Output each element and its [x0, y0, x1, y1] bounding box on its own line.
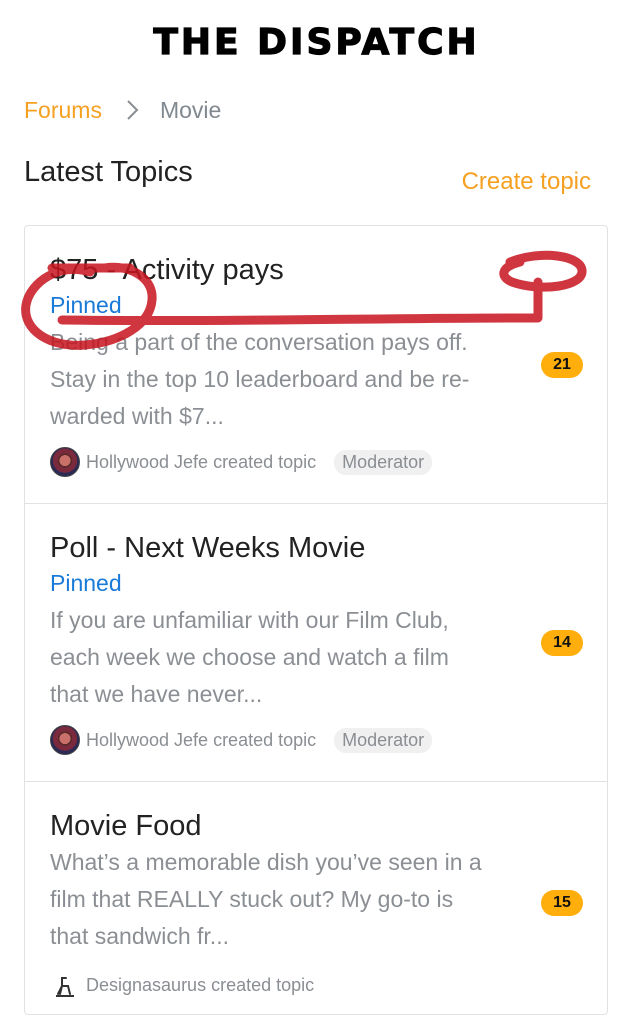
user-avatar[interactable]: [50, 725, 80, 755]
breadcrumb: Forums Movie: [24, 96, 221, 124]
reply-count-badge: 14: [541, 630, 583, 656]
reply-count-badge: 21: [541, 352, 583, 378]
topic-title[interactable]: Movie Food: [50, 810, 202, 843]
excerpt-line: that sandwich fr...: [50, 923, 229, 949]
topic-list: $75 - Activity pays Pinned Being a part …: [24, 225, 608, 1015]
topic-card[interactable]: Poll - Next Weeks Movie Pinned If you ar…: [25, 504, 607, 782]
topic-meta: Designasaurus created topic: [50, 970, 314, 1000]
topic-meta: Hollywood Jefe created topic Moderator: [50, 447, 433, 477]
pinned-label: Pinned: [50, 292, 122, 318]
page-title: Latest Topics: [24, 156, 193, 188]
excerpt-line: film that REALLY stuck out? My go-to is: [50, 886, 454, 912]
user-avatar[interactable]: [50, 447, 80, 477]
brand-logo: THE DISPATCH: [153, 21, 480, 63]
topic-title[interactable]: Poll - Next Weeks Movie: [50, 532, 365, 565]
excerpt-line: warded with $7...: [50, 403, 224, 429]
role-badge: Moderator: [334, 449, 433, 475]
topic-card[interactable]: $75 - Activity pays Pinned Being a part …: [25, 226, 607, 504]
topic-excerpt: What’s a memorable dish you’ve seen in a…: [50, 844, 520, 955]
topic-excerpt: If you are unfamiliar with our Film Club…: [50, 602, 520, 713]
pinned-label: Pinned: [50, 570, 122, 596]
author-label: Hollywood Jefe created topic: [86, 451, 317, 472]
topic-title[interactable]: $75 - Activity pays: [50, 254, 284, 287]
excerpt-line: each week we choose and watch a film: [50, 644, 449, 670]
author-label: Hollywood Jefe created topic: [86, 729, 317, 750]
excerpt-line: If you are unfamiliar with our Film Club…: [50, 607, 449, 633]
chevron-right-icon: [127, 100, 139, 120]
excerpt-line: What’s a memorable dish you’ve seen in a: [50, 849, 482, 875]
topic-card[interactable]: Movie Food What’s a memorable dish you’v…: [25, 782, 607, 1014]
topic-excerpt: Being a part of the conversation pays of…: [50, 324, 520, 435]
excerpt-line: Being a part of the conversation pays of…: [50, 329, 468, 355]
breadcrumb-forums-link[interactable]: Forums: [24, 97, 102, 124]
excerpt-line: Stay in the top 10 leaderboard and be re…: [50, 366, 470, 392]
breadcrumb-current: Movie: [159, 96, 222, 123]
create-topic-button[interactable]: Create topic: [462, 168, 591, 196]
reply-count-badge: 15: [541, 890, 583, 916]
role-badge: Moderator: [334, 727, 433, 753]
author-label: Designasaurus created topic: [86, 974, 315, 995]
topic-meta: Hollywood Jefe created topic Moderator: [50, 725, 433, 755]
excerpt-line: that we have never...: [50, 681, 263, 707]
dinosaur-icon[interactable]: [50, 970, 80, 1000]
